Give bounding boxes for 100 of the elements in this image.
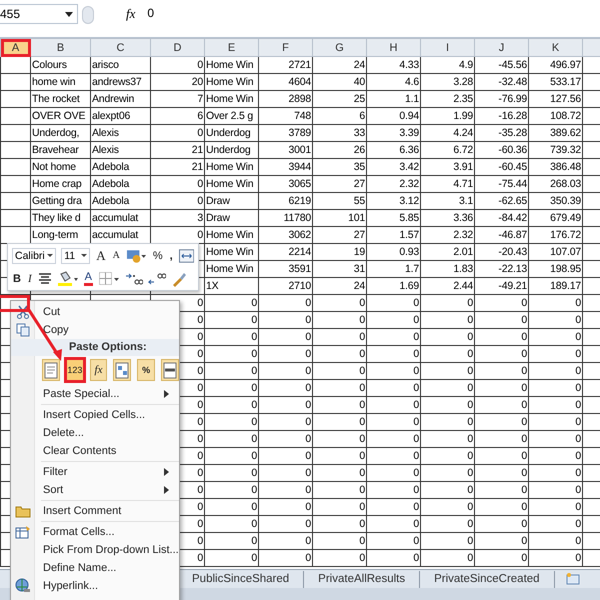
font-color-button[interactable]: A (84, 272, 93, 286)
table-cell: 0 (204, 380, 258, 396)
column-header[interactable]: D (150, 38, 204, 56)
column-header[interactable]: J (474, 38, 528, 56)
table-cell: 0 (528, 312, 582, 328)
column-header[interactable]: A (0, 38, 30, 56)
table-cell: 0 (366, 464, 420, 482)
size-dropdown[interactable]: 11 (61, 248, 90, 264)
table-cell: 2710 (258, 278, 312, 294)
table-cell: 0 (366, 532, 420, 550)
table-cell: -75.44 (474, 176, 528, 192)
table-cell: 0 (366, 498, 420, 516)
table-cell: 4604 (258, 74, 312, 90)
table-cell: 268.03 (528, 176, 582, 192)
table-cell: 0 (258, 294, 312, 312)
table-cell: 24 (312, 56, 366, 74)
table-cell: 0 (420, 516, 474, 532)
column-header[interactable]: F (258, 38, 312, 56)
column-header[interactable]: I (420, 38, 474, 56)
table-cell: 6.72 (420, 142, 474, 158)
table-cell: 55 (312, 192, 366, 210)
table-cell: Andrewin (90, 90, 150, 108)
table-cell: 0 (204, 464, 258, 482)
table-cell: 0 (474, 464, 528, 482)
table-cell: 0 (528, 550, 582, 566)
table-cell: 0 (258, 396, 312, 414)
table-cell: 0 (474, 430, 528, 448)
column-header[interactable]: B (30, 38, 90, 56)
table-cell: 0 (204, 294, 258, 312)
table-cell: 1.1 (366, 90, 420, 108)
column-header[interactable]: G (312, 38, 366, 56)
paste-option-button[interactable]: 123 (64, 357, 86, 383)
table-cell: 24 (312, 278, 366, 294)
table-cell: Underdog, (30, 124, 90, 142)
table-cell: 0 (474, 516, 528, 532)
table-cell: 0 (366, 380, 420, 396)
insert-function-button[interactable]: fx (126, 6, 136, 22)
table-cell: Underdog (204, 124, 258, 142)
table-cell: 2.44 (420, 278, 474, 294)
table-cell: 0 (474, 414, 528, 430)
table-cell: 0 (312, 380, 366, 396)
table-cell: 0 (258, 448, 312, 464)
table-cell: 0 (258, 464, 312, 482)
table-cell: 0 (420, 498, 474, 516)
table-cell: 4.33 (366, 56, 420, 74)
table-cell: 0 (420, 550, 474, 566)
table-cell: 0 (420, 362, 474, 380)
table-cell: Getting dra (30, 192, 90, 210)
table-cell: 0 (204, 414, 258, 430)
table-cell: 4.6 (366, 74, 420, 90)
paste-option-button[interactable]: % (137, 359, 156, 381)
table-cell: alexpt06 (90, 108, 150, 124)
paste-option-button[interactable]: fx (90, 359, 108, 381)
table-cell: 0 (528, 516, 582, 532)
table-cell: -60.45 (474, 158, 528, 176)
table-cell: 0 (204, 448, 258, 464)
table-cell: 0 (204, 550, 258, 566)
table-cell: 0 (366, 550, 420, 566)
table-cell: 0 (528, 380, 582, 396)
column-header[interactable]: H (366, 38, 420, 56)
table-cell: 3.91 (420, 158, 474, 176)
table-cell: 350.39 (528, 192, 582, 210)
table-cell: 7 (150, 90, 204, 108)
table-cell: Bravehear (30, 142, 90, 158)
table-cell: -22.13 (474, 260, 528, 278)
table-cell: 0 (366, 482, 420, 498)
column-header[interactable]: E (204, 38, 258, 56)
table-cell: 0 (528, 346, 582, 362)
table-cell: 0 (474, 482, 528, 498)
table-cell: 3.28 (420, 74, 474, 90)
shrink-font-button[interactable]: A (112, 250, 121, 261)
table-cell: 0 (420, 430, 474, 448)
table-cell: 0 (420, 328, 474, 346)
table-cell: Not home (30, 158, 90, 176)
table-cell: 0 (366, 362, 420, 380)
table-cell: 27 (312, 226, 366, 244)
column-header[interactable]: C (90, 38, 150, 56)
table-cell: 0 (420, 294, 474, 312)
font-dropdown[interactable]: Calibri (12, 248, 56, 264)
formula-field[interactable]: 0 (147, 6, 154, 20)
table-cell: 0 (366, 312, 420, 328)
grow-font-button[interactable]: A (95, 248, 107, 264)
table-cell: 0 (150, 56, 204, 74)
column-header[interactable]: K (528, 38, 582, 56)
menu-item[interactable]: Hyperlink... (11, 577, 179, 595)
name-box[interactable]: 455 (0, 4, 78, 24)
table-cell: 0 (528, 464, 582, 482)
table-cell: 0 (474, 362, 528, 380)
table-cell: Home Win (204, 244, 258, 260)
table-cell: 0 (474, 498, 528, 516)
comma-button[interactable]: , (168, 250, 174, 262)
table-cell: 3.42 (366, 158, 420, 176)
percent-button[interactable]: % (152, 250, 164, 262)
table-cell: accumulat (90, 210, 150, 226)
table-cell: 2214 (258, 244, 312, 260)
table-cell: 0 (366, 430, 420, 448)
table-cell: 0 (474, 346, 528, 362)
italic-button[interactable]: I (26, 272, 33, 284)
table-cell: 5.85 (366, 210, 420, 226)
bold-button[interactable]: B (12, 272, 22, 284)
